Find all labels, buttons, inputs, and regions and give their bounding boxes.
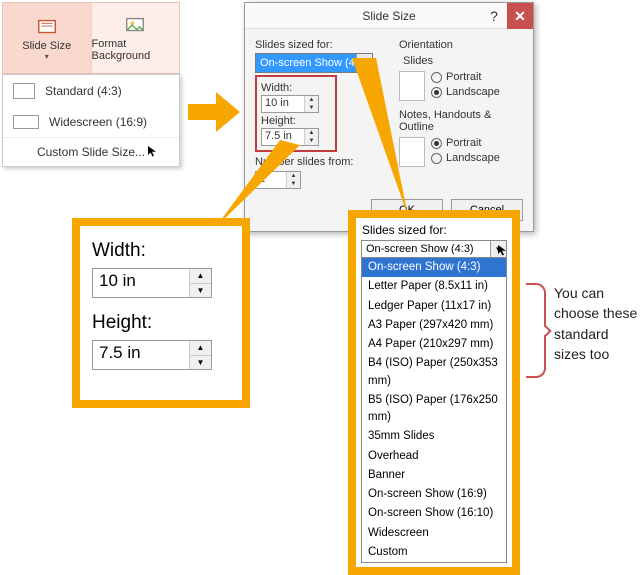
aspect-16-9-icon	[13, 115, 39, 129]
curly-brace-icon	[526, 283, 546, 378]
size-option[interactable]: Letter Paper (8.5x11 in)	[362, 277, 506, 296]
slides-sized-for-label: Slides sized for:	[255, 39, 385, 51]
slide-size-label: Slide Size	[22, 40, 71, 52]
help-button[interactable]: ?	[481, 3, 507, 29]
slide-size-menu: Standard (4:3) Widescreen (16:9) Custom …	[2, 74, 180, 167]
format-background-label: Format Background	[92, 38, 180, 62]
size-option[interactable]: A4 Paper (210x297 mm)	[362, 335, 506, 354]
menu-item-widescreen[interactable]: Widescreen (16:9)	[3, 107, 179, 137]
callout-pointer-icon	[348, 58, 428, 218]
slide-size-icon	[36, 16, 58, 38]
close-button[interactable]: ✕	[507, 3, 533, 29]
size-option[interactable]: Overhead	[362, 447, 506, 466]
cursor-icon	[497, 244, 509, 256]
width-label: Width:	[261, 82, 331, 94]
callout-width-height: Width: 10 in ▲▼ Height: 7.5 in ▲▼	[72, 218, 250, 408]
menu-item-custom-size[interactable]: Custom Slide Size...	[3, 137, 179, 166]
size-select[interactable]: On-screen Show (4:3) ▼	[361, 240, 507, 258]
radio-notes-portrait[interactable]: Portrait	[431, 137, 500, 149]
size-option[interactable]: A3 Paper (297x420 mm)	[362, 316, 506, 335]
spinner[interactable]: ▲▼	[304, 129, 318, 145]
size-option[interactable]: Widescreen	[362, 524, 506, 543]
size-option[interactable]: B4 (ISO) Paper (250x353 mm)	[362, 354, 506, 391]
size-option[interactable]: On-screen Show (4:3)	[362, 258, 506, 277]
cursor-icon	[147, 145, 159, 157]
dialog-title: Slide Size	[362, 9, 415, 23]
select-value: On-screen Show (4:3)	[366, 243, 474, 255]
width-value: 10 in	[93, 269, 189, 297]
size-option[interactable]: Custom	[362, 543, 506, 562]
height-label: Height:	[261, 115, 331, 127]
aspect-4-3-icon	[13, 83, 35, 99]
size-option[interactable]: On-screen Show (16:10)	[362, 504, 506, 523]
width-label: Width:	[92, 240, 230, 262]
height-label: Height:	[92, 312, 230, 334]
format-background-icon	[124, 14, 146, 36]
callout-pointer-icon	[210, 140, 300, 230]
size-option[interactable]: Banner	[362, 466, 506, 485]
chevron-down-icon: ▾	[45, 52, 49, 61]
spinner[interactable]: ▲▼	[304, 96, 318, 112]
height-value: 7.5 in	[93, 341, 189, 369]
orientation-label: Orientation	[399, 39, 523, 51]
size-options-list: On-screen Show (4:3)Letter Paper (8.5x11…	[361, 258, 507, 563]
height-input-zoom[interactable]: 7.5 in ▲▼	[92, 340, 212, 370]
size-option[interactable]: Ledger Paper (11x17 in)	[362, 297, 506, 316]
dialog-titlebar: Slide Size ? ✕	[245, 3, 533, 29]
radio-slides-landscape[interactable]: Landscape	[431, 86, 500, 98]
width-input[interactable]: 10 in ▲▼	[261, 95, 319, 113]
format-background-button[interactable]: Format Background	[92, 3, 180, 73]
width-value: 10 in	[262, 96, 304, 112]
slides-sized-for-label: Slides sized for:	[356, 222, 512, 238]
radio-notes-landscape[interactable]: Landscape	[431, 152, 500, 164]
size-option[interactable]: B5 (ISO) Paper (176x250 mm)	[362, 391, 506, 428]
radio-slides-portrait[interactable]: Portrait	[431, 71, 500, 83]
ribbon-design-section: Slide Size ▾ Format Background	[2, 2, 180, 74]
callout-size-options: Slides sized for: On-screen Show (4:3) ▼…	[348, 210, 520, 575]
menu-item-label: Custom Slide Size...	[37, 145, 145, 159]
menu-item-label: Widescreen (16:9)	[49, 115, 147, 129]
size-option[interactable]: 35mm Slides	[362, 427, 506, 446]
width-input-zoom[interactable]: 10 in ▲▼	[92, 268, 212, 298]
spinner[interactable]: ▲▼	[189, 269, 211, 297]
spinner[interactable]: ▲▼	[189, 341, 211, 369]
size-option[interactable]: On-screen Show (16:9)	[362, 485, 506, 504]
annotation-text: You can choose these standard sizes too	[554, 283, 638, 364]
menu-item-standard[interactable]: Standard (4:3)	[3, 75, 179, 107]
slide-size-button[interactable]: Slide Size ▾	[3, 3, 92, 73]
menu-item-label: Standard (4:3)	[45, 84, 122, 98]
arrow-right-icon	[186, 90, 242, 134]
